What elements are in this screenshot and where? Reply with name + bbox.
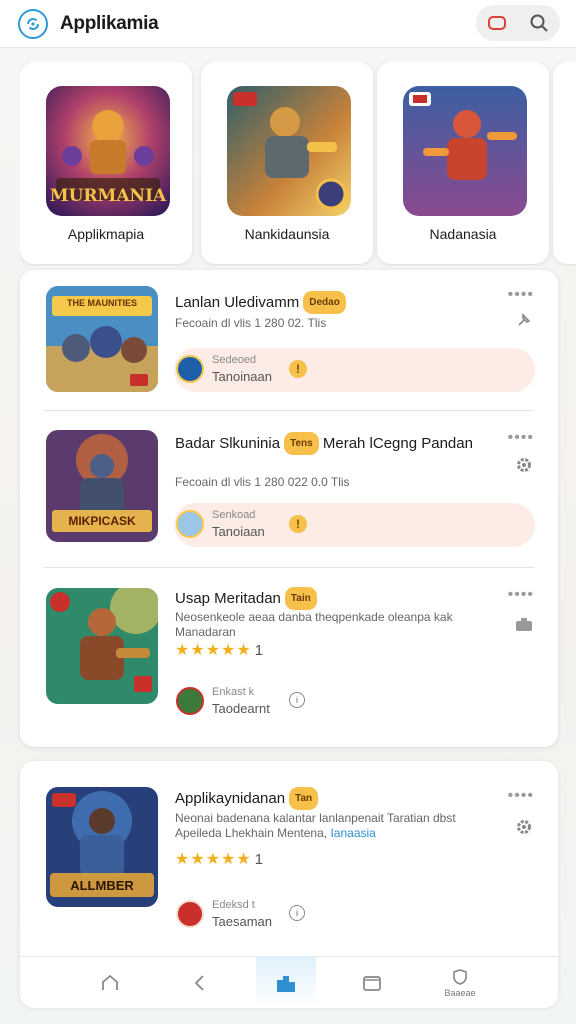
game-list: THE MAUNITIES Lanlan Uledivamm Dedao Feco…	[20, 270, 558, 747]
featured-name: Applikmapia	[67, 226, 145, 242]
featured-game-art	[227, 86, 351, 216]
header-actions	[476, 5, 560, 41]
settings-gear-icon[interactable]	[514, 455, 534, 475]
game-meta: Neonai badenana kalantar lanlanpenait Ta…	[175, 811, 495, 841]
featured-card[interactable]: Nankidaunsia	[201, 62, 373, 264]
rating-stars: ★★★★★ 1	[175, 640, 263, 660]
folder-icon	[363, 976, 381, 991]
install-label: Sedeoed	[212, 354, 257, 366]
install-sublabel: Taesaman	[212, 914, 272, 929]
game-thumbnail: ALLMBER	[46, 787, 158, 907]
thumb-title: MIKPICASK	[68, 514, 136, 528]
stars: ★★★★★	[175, 642, 252, 659]
info-icon[interactable]: i	[289, 692, 305, 708]
app-logo-icon[interactable]	[18, 9, 48, 39]
thumb-title: THE MAUNITIES	[66, 298, 137, 308]
install-row[interactable]: Enkast k Taodearnt i	[174, 680, 535, 724]
rating-stars: ★★★★★ 1	[175, 849, 263, 869]
list-item[interactable]: MIKPICASK Badar Slkuninia Tens Merah lCeg…	[20, 411, 558, 567]
shield-icon	[453, 969, 467, 985]
rating-count: 1	[254, 851, 264, 868]
stars: ★★★★★	[175, 851, 252, 868]
game-meta: Fecoain dl vlis 1 280 02. Tlis	[175, 316, 327, 330]
nav-profile[interactable]: Baaeae	[430, 957, 490, 1009]
game-thumbnail	[46, 588, 158, 704]
game-meta: Neosenkeole aeaa danba theqpenkade olean…	[175, 610, 453, 639]
game-name-suffix: Merah lCegng Pandan	[322, 435, 473, 452]
featured-name: Nankidaunsia	[244, 226, 330, 242]
game-tag: Dedao	[303, 291, 346, 314]
game-thumbnail: MIKPICASK	[46, 430, 158, 542]
list-item[interactable]: Usap Meritadan Tain Neosenkeole aeaa danb…	[20, 568, 558, 746]
developer-avatar	[176, 687, 204, 715]
install-sublabel: Tanoinaan	[212, 369, 272, 384]
home-icon	[102, 974, 118, 990]
game-meta: Fecoain dl vlis 1 280 022 0.0 Tlis	[175, 475, 350, 489]
thumb-title: ALLMBER	[70, 878, 134, 893]
developer-avatar	[176, 355, 204, 383]
game-name: Applikaynidanan	[175, 790, 286, 807]
install-label: Edeksd t	[212, 899, 255, 911]
featured-card[interactable]: Nadanasia	[377, 62, 549, 264]
list-item[interactable]: THE MAUNITIES Lanlan Uledivamm Dedao Feco…	[20, 270, 558, 410]
game-title: Applikaynidanan Tan	[175, 787, 480, 810]
install-sublabel: Taodearnt	[212, 701, 270, 716]
top-app-bar: Applikamia	[0, 0, 576, 48]
more-options-icon[interactable]: ••••	[508, 429, 534, 447]
game-tag: Tan	[289, 787, 319, 810]
game-title: Badar Slkuninia Tens Merah lCegng Pandan	[175, 432, 480, 455]
game-thumbnail: THE MAUNITIES	[46, 286, 158, 392]
nav-apps[interactable]	[256, 956, 316, 1009]
settings-gear-icon[interactable]	[514, 817, 534, 837]
game-tag: Tain	[284, 587, 317, 610]
pin-icon[interactable]	[514, 310, 534, 330]
notification-icon[interactable]	[483, 9, 511, 37]
install-pill[interactable]: Senkoad Tanoiaan !	[174, 503, 535, 547]
developer-avatar	[176, 900, 204, 928]
game-title: Usap Meritadan Tain	[175, 587, 480, 610]
game-name: Badar Slkuninia	[175, 435, 281, 452]
more-options-icon[interactable]: ••••	[508, 787, 534, 805]
featured-carousel[interactable]: MURMANIA Applikmapia Nankidaunsia Nadana…	[20, 62, 576, 266]
featured-name: Nadanasia	[429, 226, 497, 242]
game-tag: Tens	[284, 432, 319, 455]
apps-icon	[277, 976, 295, 992]
nav-profile-label: Baaeae	[444, 988, 476, 998]
install-row[interactable]: Edeksd t Taesaman i	[174, 893, 535, 937]
install-label: Senkoad	[212, 509, 256, 521]
install-label: Enkast k	[212, 686, 255, 698]
developer-avatar	[176, 510, 204, 538]
game-name: Lanlan Uledivamm	[175, 294, 300, 311]
alert-badge-icon: !	[289, 515, 307, 533]
featured-art-title: MURMANIA	[49, 186, 167, 206]
nav-back[interactable]	[170, 957, 230, 1009]
meta-text: Neonai badenana kalantar lanlanpenait Ta…	[175, 811, 456, 840]
nav-folder[interactable]	[342, 957, 402, 1009]
search-icon[interactable]	[525, 9, 553, 37]
info-icon[interactable]: i	[289, 905, 305, 921]
more-options-icon[interactable]: ••••	[508, 586, 534, 604]
install-pill[interactable]: Sedeoed Tanoinaan !	[174, 348, 535, 392]
back-icon	[194, 975, 204, 991]
featured-card[interactable]: MURMANIA Applikmapia	[20, 62, 192, 264]
meta-link[interactable]: Ianaasia	[330, 826, 375, 840]
alert-badge-icon: !	[289, 360, 307, 378]
list-item[interactable]: ALLMBER Applikaynidanan Tan Neonai badena…	[20, 761, 558, 951]
featured-game-art	[403, 86, 527, 216]
rating-count: 1	[254, 642, 264, 659]
game-name: Usap Meritadan	[175, 590, 281, 607]
download-icon[interactable]	[514, 614, 534, 634]
nav-home[interactable]	[80, 957, 140, 1009]
featured-card-peek[interactable]	[553, 62, 576, 264]
game-title: Lanlan Uledivamm Dedao	[175, 291, 480, 314]
bottom-navigation: Baaeae	[20, 956, 558, 1008]
app-title: Applikamia	[60, 13, 159, 34]
install-sublabel: Tanoiaan	[212, 524, 265, 539]
more-options-icon[interactable]: ••••	[508, 286, 534, 304]
